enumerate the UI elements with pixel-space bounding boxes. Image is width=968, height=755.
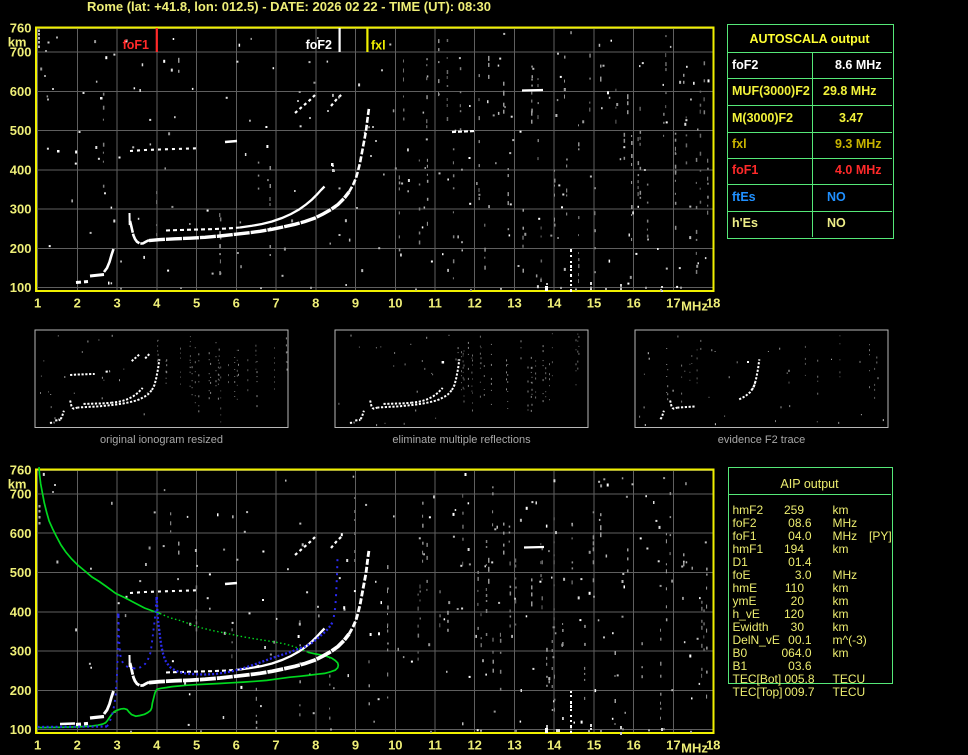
svg-text:6: 6 [233,296,240,311]
svg-text:8: 8 [312,296,319,311]
svg-text:7: 7 [272,738,279,753]
svg-text:fxl: fxl [371,39,386,53]
svg-text:400: 400 [10,604,32,619]
svg-text:15: 15 [587,296,601,311]
svg-text:9: 9 [352,738,359,753]
svg-text:13: 13 [507,296,521,311]
svg-text:foF2: foF2 [306,38,332,52]
svg-text:1: 1 [34,738,41,753]
svg-text:10: 10 [388,296,402,311]
svg-text:5: 5 [193,296,200,311]
svg-text:8: 8 [312,738,319,753]
svg-text:10: 10 [388,738,402,753]
svg-text:18: 18 [706,738,720,753]
svg-text:3: 3 [113,296,120,311]
svg-text:2: 2 [74,296,81,311]
svg-text:13: 13 [507,738,521,753]
svg-text:14: 14 [547,738,562,753]
svg-text:5: 5 [193,738,200,753]
svg-text:17: 17 [666,738,680,753]
svg-text:MHz: MHz [681,741,708,755]
svg-text:3: 3 [113,738,120,753]
svg-text:500: 500 [10,565,32,580]
svg-text:400: 400 [10,162,32,177]
svg-text:200: 200 [10,241,32,256]
svg-text:600: 600 [10,526,32,541]
svg-text:18: 18 [706,296,720,311]
svg-text:4: 4 [153,296,161,311]
svg-text:700: 700 [10,487,32,502]
svg-text:2: 2 [74,738,81,753]
svg-text:16: 16 [626,296,640,311]
svg-text:12: 12 [467,738,481,753]
svg-text:760: 760 [10,20,32,35]
svg-text:12: 12 [467,296,481,311]
svg-text:760: 760 [10,462,32,477]
svg-text:15: 15 [587,738,601,753]
svg-text:700: 700 [10,45,32,60]
svg-text:100: 100 [10,722,32,737]
svg-text:16: 16 [626,738,640,753]
svg-text:7: 7 [272,296,279,311]
svg-text:600: 600 [10,84,32,99]
svg-text:500: 500 [10,123,32,138]
svg-text:1: 1 [34,296,41,311]
svg-text:11: 11 [428,296,442,311]
svg-text:4: 4 [153,738,161,753]
svg-text:200: 200 [10,683,32,698]
svg-text:MHz: MHz [681,299,708,314]
svg-text:9: 9 [352,296,359,311]
svg-text:300: 300 [10,202,32,217]
svg-text:foF1: foF1 [123,38,149,52]
svg-text:100: 100 [10,280,32,295]
svg-text:11: 11 [428,738,442,753]
svg-text:17: 17 [666,296,680,311]
svg-text:300: 300 [10,644,32,659]
svg-text:6: 6 [233,738,240,753]
svg-text:14: 14 [547,296,562,311]
